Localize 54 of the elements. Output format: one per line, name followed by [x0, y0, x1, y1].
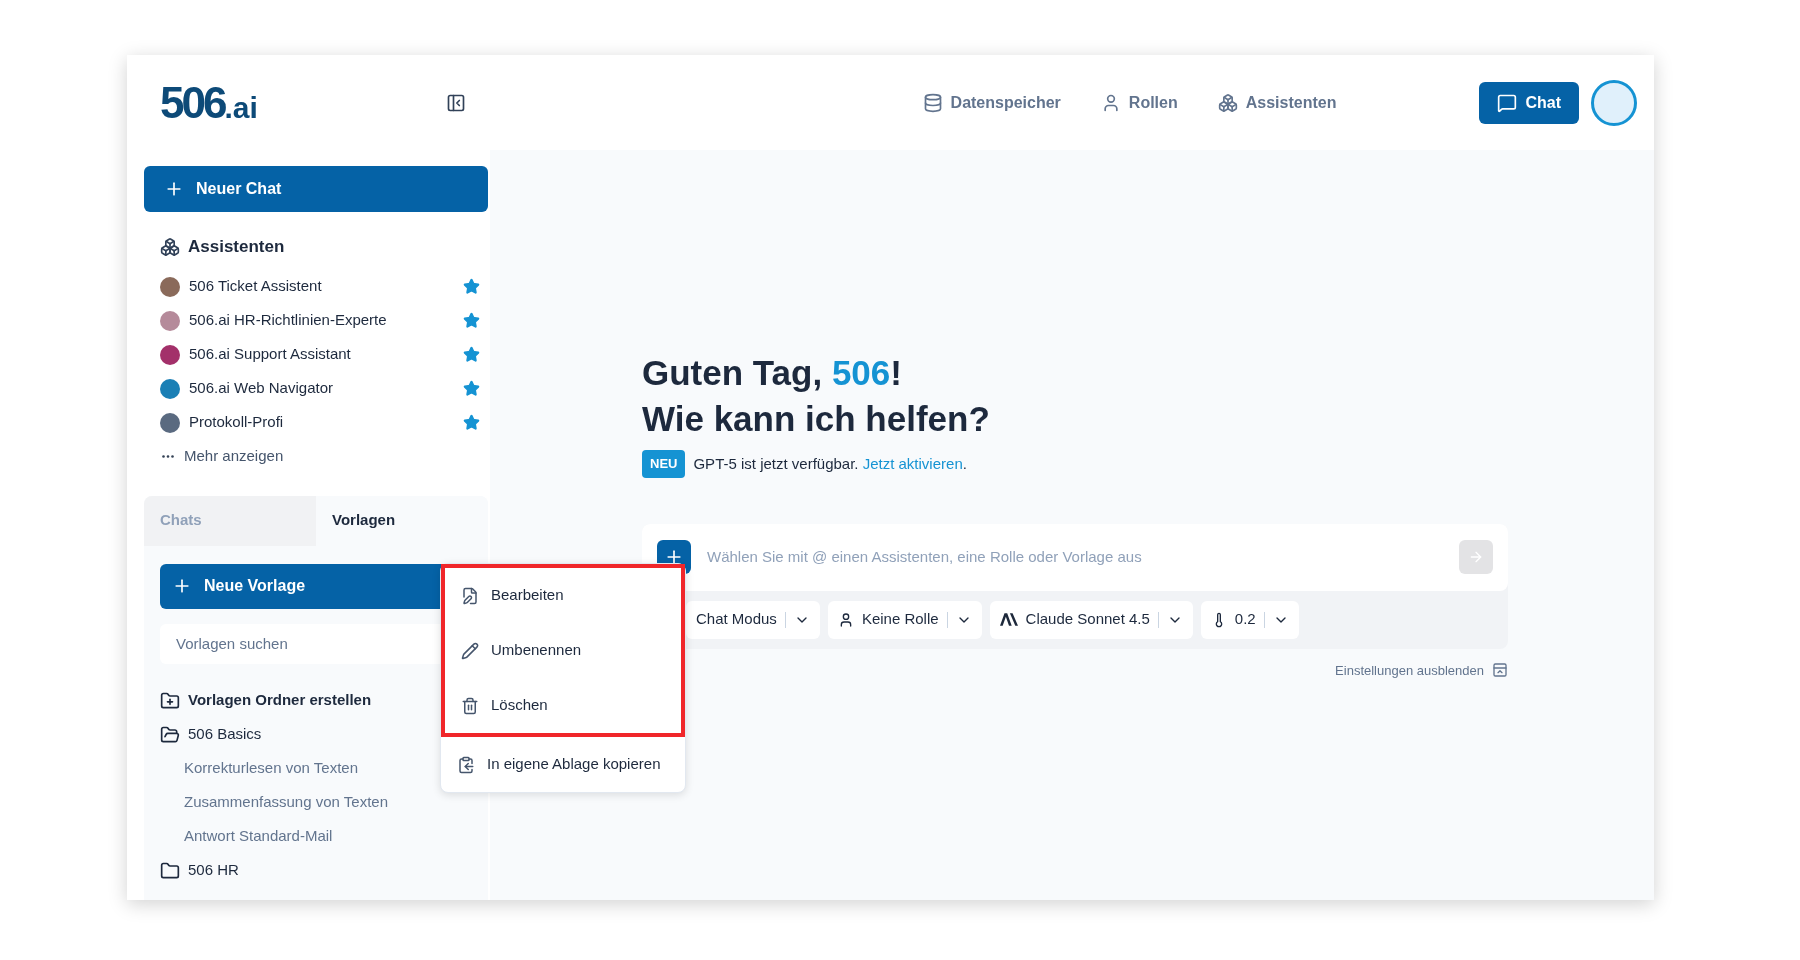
new-chat-button[interactable]: Neuer Chat	[144, 166, 488, 212]
template-item[interactable]: Zusammenfassung von Texten	[160, 785, 388, 820]
arrow-right-icon	[1468, 549, 1484, 565]
folder-icon	[160, 860, 180, 881]
chat-input[interactable]: Wählen Sie mit @ einen Assistenten, eine Rolle oder Vorlage aus	[707, 545, 1443, 569]
boxes-icon	[160, 236, 180, 257]
menu-item[interactable]: In eigene Ablage kopieren	[441, 737, 685, 792]
help-heading: Wie kann ich helfen?	[642, 398, 991, 440]
notice-text: GPT-5 ist jetzt verfügbar. Jetzt aktivieren.	[693, 453, 967, 474]
logo[interactable]: 506.ai	[160, 80, 258, 125]
star-icon[interactable]	[463, 312, 480, 329]
speech-bubble-icon	[1497, 92, 1518, 113]
user-avatar[interactable]	[1591, 79, 1637, 126]
section-title: Assistenten	[188, 236, 285, 258]
setting-dropdown[interactable]: Keine Rolle	[827, 600, 982, 639]
trash-icon	[461, 696, 479, 715]
setting-dropdown[interactable]: 0.2	[1200, 600, 1299, 639]
anthropic-logo-icon	[999, 613, 1018, 626]
folder-item[interactable]: 506 Basics	[160, 717, 262, 752]
clipboard-icon	[457, 755, 475, 774]
folder-plus-icon	[160, 690, 180, 711]
assistant-item[interactable]: 506.ai Web Navigator	[144, 371, 488, 406]
nav-link[interactable]: Datenspeicher	[922, 90, 1061, 115]
sidebar-collapse-icon	[446, 92, 466, 113]
nav-link[interactable]: Rollen	[1100, 90, 1178, 115]
folder-item[interactable]: 506 HR	[160, 853, 239, 888]
ellipsis-icon	[162, 455, 174, 458]
star-icon[interactable]	[463, 414, 480, 431]
star-icon[interactable]	[463, 380, 480, 397]
setting-dropdown[interactable]: Chat Modus	[686, 600, 820, 639]
star-icon[interactable]	[463, 346, 480, 363]
hide-settings-button[interactable]: Einstellungen ausblenden	[1335, 660, 1508, 680]
greeting-heading: Guten Tag, 506!	[642, 352, 903, 394]
assistant-item[interactable]: 506.ai HR-Richtlinien-Experte	[144, 303, 488, 338]
show-more-link[interactable]: Mehr anzeigen	[144, 439, 488, 474]
open-folder-icon	[160, 724, 180, 745]
new-badge: NEU	[642, 450, 686, 478]
edit-file-icon	[461, 586, 479, 605]
assistant-item[interactable]: Protokoll-Profi	[144, 405, 488, 440]
chat-input-field[interactable]: Wählen Sie mit @ einen Assistenten, eine Rolle oder Vorlage aus	[642, 523, 1508, 591]
assistant-item[interactable]: 506.ai Support Assistant	[144, 337, 488, 372]
template-item[interactable]: Antwort Standard-Mail	[160, 819, 333, 854]
create-folder-button[interactable]: Vorlagen Ordner erstellen	[160, 683, 372, 718]
nav-link[interactable]: Assistenten	[1217, 90, 1337, 115]
pencil-icon	[461, 641, 479, 660]
database-icon	[922, 92, 943, 113]
template-item[interactable]: Korrekturlesen von Texten	[160, 751, 358, 786]
panel-collapse-icon	[1492, 662, 1508, 679]
assistant-item[interactable]: 506 Ticket Assistent	[144, 269, 488, 304]
star-icon[interactable]	[463, 278, 480, 295]
boxes-icon	[1217, 92, 1238, 113]
menu-item[interactable]: Löschen	[445, 678, 681, 733]
setting-dropdown[interactable]: Claude Sonnet 4.5	[989, 600, 1193, 639]
chat-button[interactable]: Chat	[1479, 81, 1579, 124]
